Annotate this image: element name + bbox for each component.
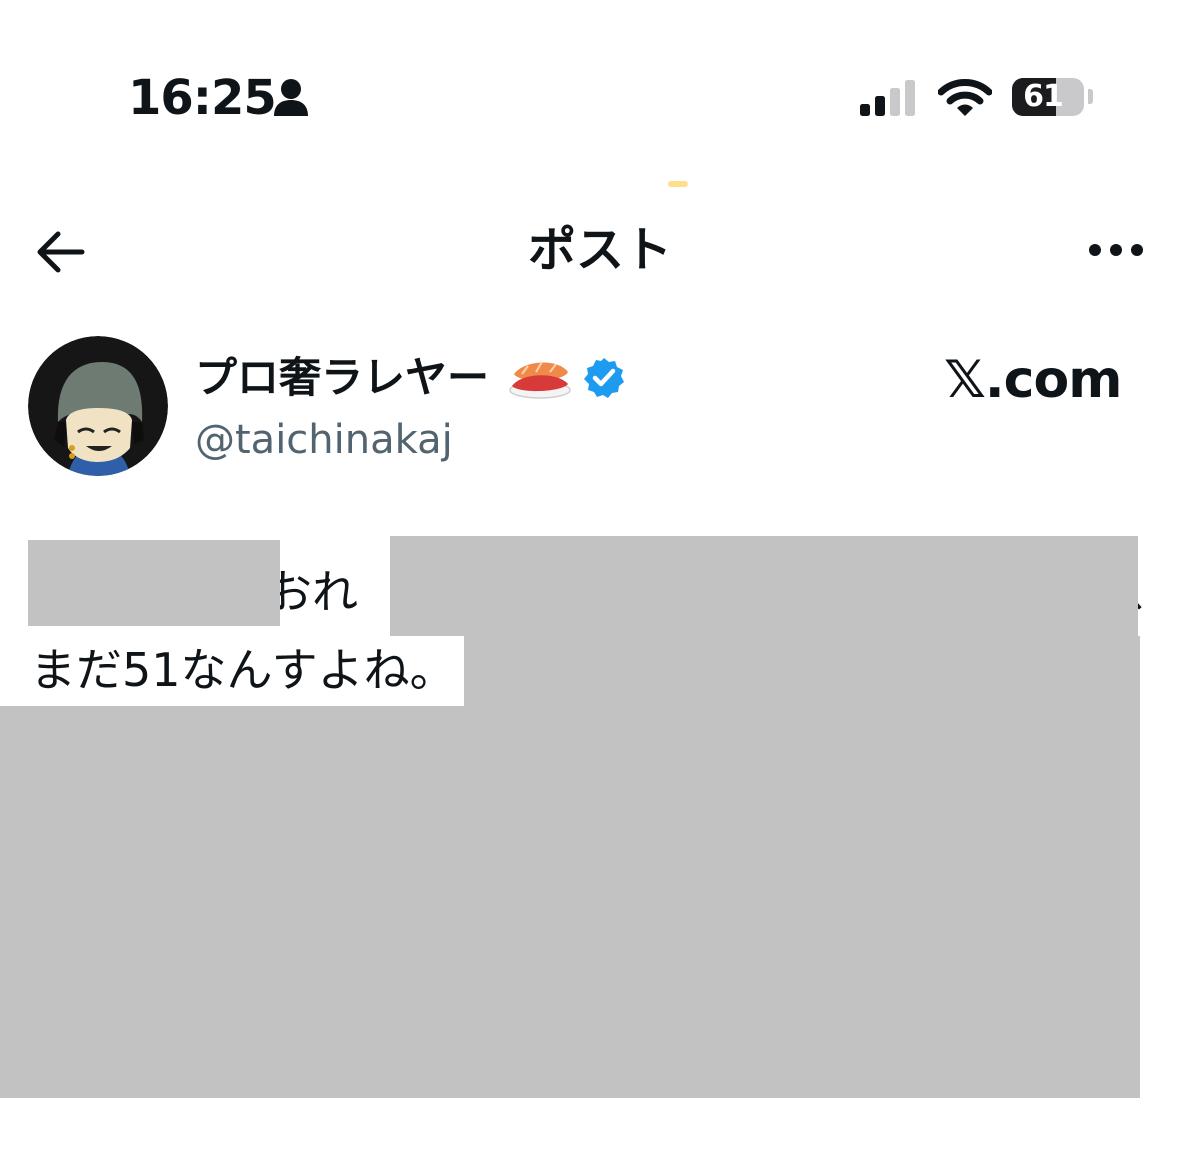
sushi-icon	[509, 361, 571, 399]
battery-percent: 61	[1023, 79, 1064, 114]
redaction-block	[28, 540, 280, 626]
tweet-text-line2: まだ51なんすよね。	[30, 643, 456, 697]
redaction-block	[0, 706, 1140, 1098]
person-icon	[274, 79, 308, 116]
verified-badge-icon	[584, 358, 624, 398]
redaction-block	[390, 536, 1138, 636]
battery-cap	[1088, 89, 1093, 104]
author-name[interactable]: プロ奢ラレヤー	[195, 350, 489, 406]
loading-indicator	[668, 181, 688, 187]
author-handle[interactable]: @taichinakaj	[195, 414, 453, 466]
cellular-signal-icon	[860, 80, 915, 116]
status-time: 16:25	[128, 70, 277, 126]
wifi-icon	[938, 79, 992, 116]
avatar-illustration	[28, 336, 168, 476]
post-detail-screen: 16:25 61 ポスト プロ奢ラレヤー @taichinakaj 𝕏.com …	[0, 0, 1200, 1150]
redaction-block	[464, 636, 1140, 706]
battery-indicator: 61	[1012, 78, 1084, 116]
more-horizontal-icon[interactable]	[1086, 240, 1146, 260]
watermark: 𝕏.com	[944, 350, 1122, 410]
avatar[interactable]	[28, 336, 168, 476]
page-title: ポスト	[527, 222, 672, 278]
